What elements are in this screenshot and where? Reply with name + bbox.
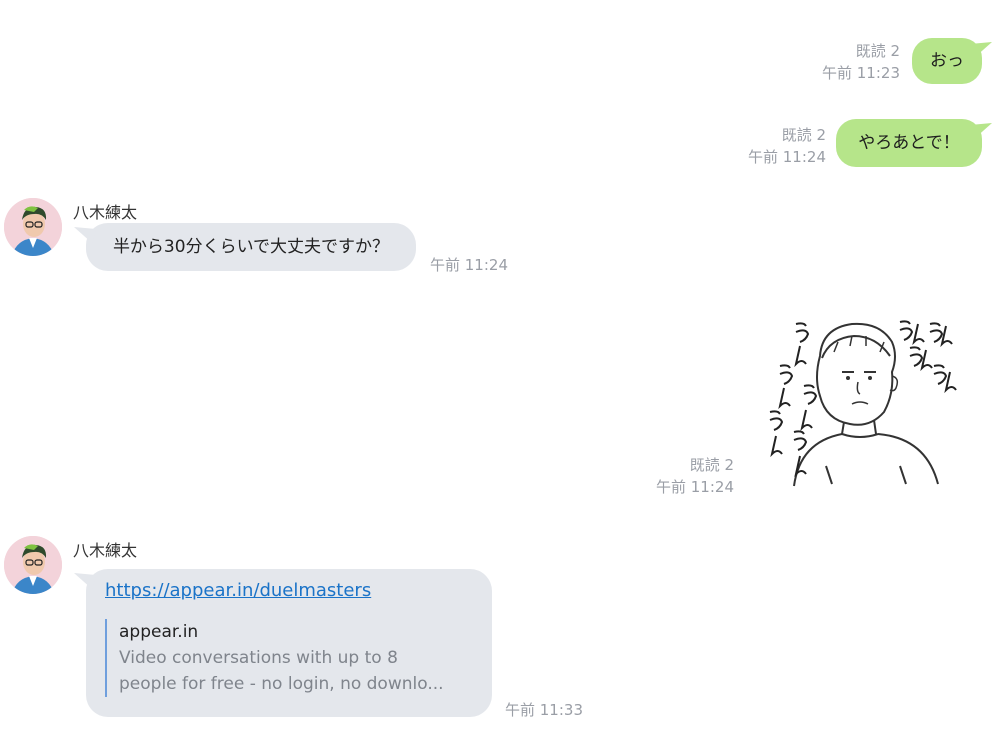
message-text: おっ [930,51,964,71]
link-preview[interactable]: appear.in Video conversations with up to… [105,619,479,697]
incoming-message-bubble[interactable]: 半から30分くらいで大丈夫ですか？ [74,223,416,271]
sender-name: 八木練太 [73,203,138,222]
bubble-tail-icon [970,123,992,139]
bubble-tail-icon [74,573,96,589]
sticker[interactable] [760,316,970,490]
read-receipt: 既読 2 [781,126,826,144]
message-timestamp: 午前 11:24 [748,148,826,166]
bubble-tail-icon [970,42,992,58]
own-message-bubble[interactable]: おっ [912,38,992,84]
own-message-bubble[interactable]: やろあとで！ [836,119,992,167]
link-preview-site: appear.in [119,622,199,642]
link-preview-description: Video conversations with up to 8 [119,648,398,668]
message-timestamp: 午前 11:23 [822,64,900,82]
user-avatar-icon [4,536,62,594]
read-receipt: 既読 2 [689,456,734,474]
incoming-link-bubble[interactable]: https://appear.in/duelmasters appear.in … [74,569,492,717]
message-timestamp: 午前 11:33 [505,701,583,719]
sender-name: 八木練太 [73,541,138,560]
message-text: 半から30分くらいで大丈夫ですか？ [112,237,390,257]
avatar[interactable] [4,536,62,594]
nodding-person-sticker-icon [769,320,957,487]
avatar[interactable] [4,198,62,256]
bubble-tail-icon [74,227,96,243]
message-timestamp: 午前 11:24 [656,478,734,496]
link-preview-description: people for free - no login, no downlo... [119,674,444,694]
message-timestamp: 午前 11:24 [430,256,508,274]
read-receipt: 既読 2 [855,42,900,60]
message-text: やろあとで！ [858,133,960,153]
message-link[interactable]: https://appear.in/duelmasters [105,579,371,603]
user-avatar-icon [4,198,62,256]
